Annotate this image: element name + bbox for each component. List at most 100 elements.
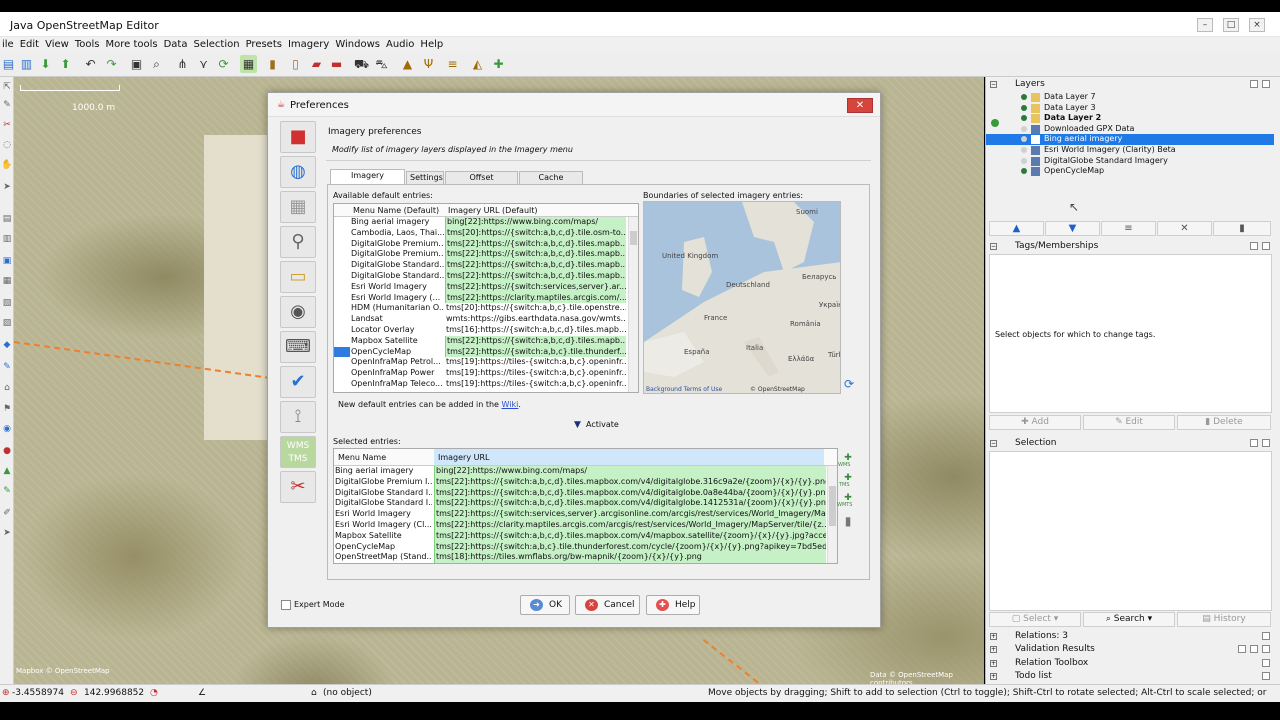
layer-row[interactable]: Data Layer 2 bbox=[986, 113, 1274, 124]
wiki-link[interactable]: Wiki bbox=[502, 400, 519, 409]
lasso-tool-icon[interactable]: ◌ bbox=[1, 139, 13, 151]
refresh-icon[interactable]: ⟳ bbox=[215, 55, 232, 73]
table-row[interactable]: OpenInfraMap Power tms[19]:https://tiles-… bbox=[334, 368, 638, 379]
menu-file[interactable]: ile bbox=[2, 37, 14, 52]
select-button[interactable]: ▢ Select ▾ bbox=[989, 612, 1081, 627]
layers-panel-header[interactable]: − Layers bbox=[986, 78, 1274, 91]
dialog-close-button[interactable]: ✕ bbox=[847, 98, 873, 113]
panel-close-icon[interactable] bbox=[1262, 632, 1270, 640]
map-terms-link[interactable]: Background Terms of Use bbox=[646, 386, 722, 393]
panel-tool-8-icon[interactable]: ✎ bbox=[1, 361, 13, 373]
undo-icon[interactable]: ↶ bbox=[82, 55, 99, 73]
relation-toolbox-panel-header[interactable]: + Relation Toolbox bbox=[986, 657, 1274, 670]
menu-selection[interactable]: Selection bbox=[193, 37, 239, 52]
imagery-prefs-tab[interactable]: WMS TMS bbox=[280, 436, 316, 468]
table-row[interactable]: DigitalGlobe Standard I... tms[22]:https:… bbox=[334, 487, 837, 499]
move-up-button[interactable]: ▲ bbox=[989, 221, 1044, 236]
arrow-tool-icon[interactable]: ➤ bbox=[1, 181, 13, 193]
warning-icon[interactable]: ▲ bbox=[399, 55, 416, 73]
table-row[interactable]: Esri World Imagery (Cl... tms[22]:https:/… bbox=[334, 520, 837, 531]
panel-tool-2-icon[interactable]: ▥ bbox=[1, 233, 13, 245]
hand-tool-icon[interactable]: ✋ bbox=[1, 159, 13, 171]
table-row[interactable]: Mapbox Satellite tms[22]:https://{switch:… bbox=[334, 530, 837, 542]
collapse-icon[interactable]: − bbox=[990, 243, 997, 250]
menu-data[interactable]: Data bbox=[164, 37, 188, 52]
add-tag-button[interactable]: ✚ Add bbox=[989, 415, 1081, 430]
table-row[interactable]: Cambodia, Laos, Thai... tms[20]:https://{… bbox=[334, 227, 638, 239]
panel-pin-icon[interactable] bbox=[1250, 645, 1258, 653]
map-paint-prefs-tab[interactable]: ▦ bbox=[280, 191, 316, 223]
audio-prefs-tab[interactable]: ◉ bbox=[280, 296, 316, 328]
hidden-eye-icon[interactable] bbox=[1021, 125, 1027, 132]
cancel-button[interactable]: ✕ Cancel bbox=[575, 595, 640, 615]
flag-icon[interactable]: ▬ bbox=[328, 55, 345, 73]
todo-panel-header[interactable]: + Todo list bbox=[986, 670, 1274, 683]
relations-panel-header[interactable]: + Relations: 3 bbox=[986, 630, 1274, 643]
selected-table-scrollbar[interactable] bbox=[827, 466, 837, 563]
tab-imagery-providers[interactable]: Imagery providers bbox=[330, 169, 405, 192]
combine-way-icon[interactable]: ⋔ bbox=[174, 55, 191, 73]
hidden-eye-icon[interactable] bbox=[1021, 147, 1027, 153]
panel-tool-5-icon[interactable]: ▧ bbox=[1, 297, 13, 309]
menu-edit[interactable]: Edit bbox=[20, 37, 39, 52]
panel-tool-12-icon[interactable]: ● bbox=[1, 445, 13, 457]
panel-tool-14-icon[interactable]: ✎ bbox=[1, 485, 13, 497]
default-table-scrollbar[interactable] bbox=[628, 217, 638, 392]
panel-close-icon[interactable] bbox=[1262, 242, 1270, 250]
table-row[interactable]: Locator Overlay tms[16]:https://{switch:a… bbox=[334, 325, 638, 336]
plugin-icon[interactable]: ✚ bbox=[490, 55, 507, 73]
panel-tool-1-icon[interactable]: ▤ bbox=[1, 213, 13, 225]
redo-icon[interactable]: ↷ bbox=[103, 55, 120, 73]
table-row[interactable]: OpenCycleMap tms[22]:https://{switch:a,b,… bbox=[334, 541, 837, 553]
panel-tool-11-icon[interactable]: ◉ bbox=[1, 423, 13, 435]
building-icon[interactable]: ▮ bbox=[264, 55, 281, 73]
panel-tool-9-icon[interactable]: ⌂ bbox=[1, 382, 13, 394]
table-row[interactable]: DigitalGlobe Standard I... tms[22]:https:… bbox=[334, 498, 837, 510]
open-file-icon[interactable]: ▤ bbox=[0, 55, 17, 73]
display-prefs-tab[interactable]: ■ bbox=[280, 121, 316, 153]
car-icon[interactable]: ⛟ bbox=[353, 55, 370, 73]
visible-eye-icon[interactable] bbox=[1021, 168, 1027, 175]
maximize-button[interactable]: □ bbox=[1223, 18, 1239, 32]
scroll-thumb[interactable] bbox=[630, 231, 637, 245]
visible-eye-icon[interactable] bbox=[1021, 104, 1027, 111]
hidden-eye-icon[interactable] bbox=[1021, 136, 1027, 143]
selection-list[interactable] bbox=[989, 451, 1272, 611]
collapse-icon[interactable]: − bbox=[990, 440, 997, 447]
help-button[interactable]: ✚ Help bbox=[646, 595, 700, 615]
minimize-button[interactable]: – bbox=[1197, 18, 1213, 32]
shop-icon[interactable]: ≡ bbox=[444, 55, 461, 73]
menu-tools[interactable]: Tools bbox=[75, 37, 100, 52]
merge-layer-button[interactable]: ≡ bbox=[1101, 221, 1156, 236]
validation-panel-header[interactable]: + Validation Results bbox=[986, 643, 1274, 656]
upload-icon[interactable]: ⬆ bbox=[57, 55, 74, 73]
shortcut-prefs-tab[interactable]: ⌨ bbox=[280, 331, 316, 363]
panel-tool-16-icon[interactable]: ➤ bbox=[1, 527, 13, 539]
table-row[interactable]: Bing aerial imagery bing[22]:https://www.… bbox=[334, 466, 837, 477]
panel-close-icon[interactable] bbox=[1262, 645, 1270, 653]
download-icon[interactable]: ⬇ bbox=[37, 55, 54, 73]
scroll-thumb[interactable] bbox=[829, 486, 836, 526]
table-row[interactable]: HDM (Humanitarian O... tms[20]:https://{s… bbox=[334, 303, 638, 314]
menu-imagery[interactable]: Imagery bbox=[288, 37, 329, 52]
industrial-icon[interactable]: ◭ bbox=[469, 55, 486, 73]
delete-tag-button[interactable]: ▮ Delete bbox=[1177, 415, 1271, 430]
table-row[interactable]: OpenInfraMap Teleco... tms[19]:https://ti… bbox=[334, 379, 638, 390]
selection-panel-header[interactable]: − Selection bbox=[986, 437, 1274, 450]
collapse-icon[interactable]: − bbox=[990, 81, 997, 88]
validator-prefs-tab[interactable]: ✔ bbox=[280, 366, 316, 398]
delete-tool-icon[interactable]: ✂ bbox=[1, 119, 13, 131]
select-tool-icon[interactable]: ⇱ bbox=[1, 81, 13, 93]
table-row[interactable]: DigitalGlobe Premium... tms[22]:https://{… bbox=[334, 249, 638, 261]
ok-button[interactable]: ➜ OK bbox=[520, 595, 570, 615]
expert-mode-checkbox[interactable] bbox=[281, 600, 291, 610]
activate-button[interactable]: ▼ Activate bbox=[574, 420, 619, 430]
visible-eye-icon[interactable] bbox=[1021, 94, 1027, 100]
panel-close-icon[interactable] bbox=[1262, 80, 1270, 88]
map-refresh-icon[interactable]: ⟳ bbox=[844, 377, 854, 391]
layer-row[interactable]: DigitalGlobe Standard Imagery bbox=[986, 156, 1274, 167]
zoom-icon[interactable]: ⌕ bbox=[148, 55, 165, 73]
save-icon[interactable]: ▥ bbox=[18, 55, 35, 73]
table-row[interactable]: Esri World Imagery tms[22]:https://{switc… bbox=[334, 281, 638, 293]
tower-icon[interactable]: ▯ bbox=[287, 55, 304, 73]
